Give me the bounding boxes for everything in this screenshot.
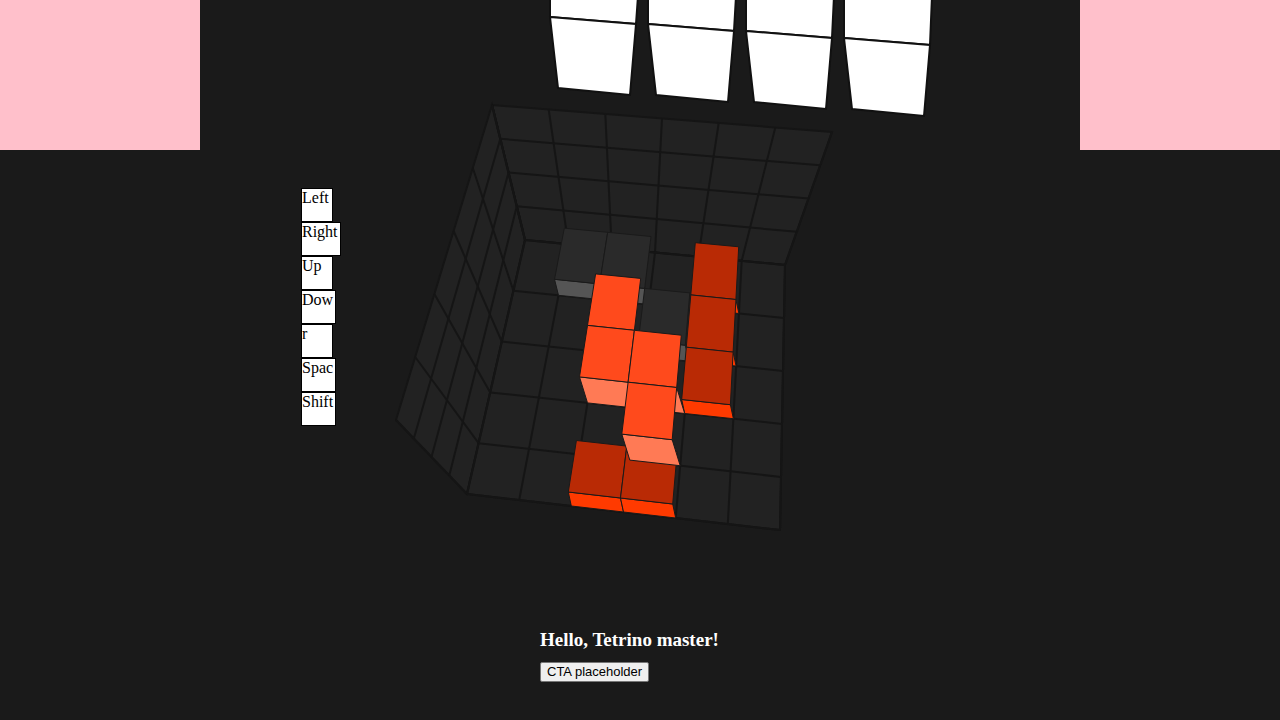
cta-button[interactable]: CTA placeholder [540,662,649,682]
settled-block [682,347,734,419]
well-top-wall [492,105,832,265]
game-screen: LeftRightUpDowrSpacShift Hello, Tetrino m… [0,0,1280,720]
greeting: Hello, Tetrino master! [540,628,719,652]
next-piece [550,0,932,116]
control-key[interactable]: Spac [301,358,336,392]
preview-block [844,0,932,116]
well-floor [467,240,785,530]
pink-panel-right [1080,0,1280,150]
control-key[interactable]: Shift [301,392,336,426]
settled-block [568,441,627,513]
well [396,105,832,530]
message-panel: Hello, Tetrino master! CTA placeholder [540,628,719,682]
control-key[interactable]: Right [301,222,341,256]
pink-panel-left [0,0,200,150]
preview-block [746,0,834,109]
control-key[interactable]: Left [301,188,333,222]
control-key[interactable]: Dow [301,290,336,324]
control-key[interactable]: r [301,324,333,358]
falling-block [622,382,680,466]
game-canvas[interactable] [0,0,1280,720]
controls-list: LeftRightUpDowrSpacShift [301,188,341,426]
control-key[interactable]: Up [301,256,333,290]
preview-block [648,0,736,102]
blocks [555,228,739,518]
preview-block [550,0,638,95]
